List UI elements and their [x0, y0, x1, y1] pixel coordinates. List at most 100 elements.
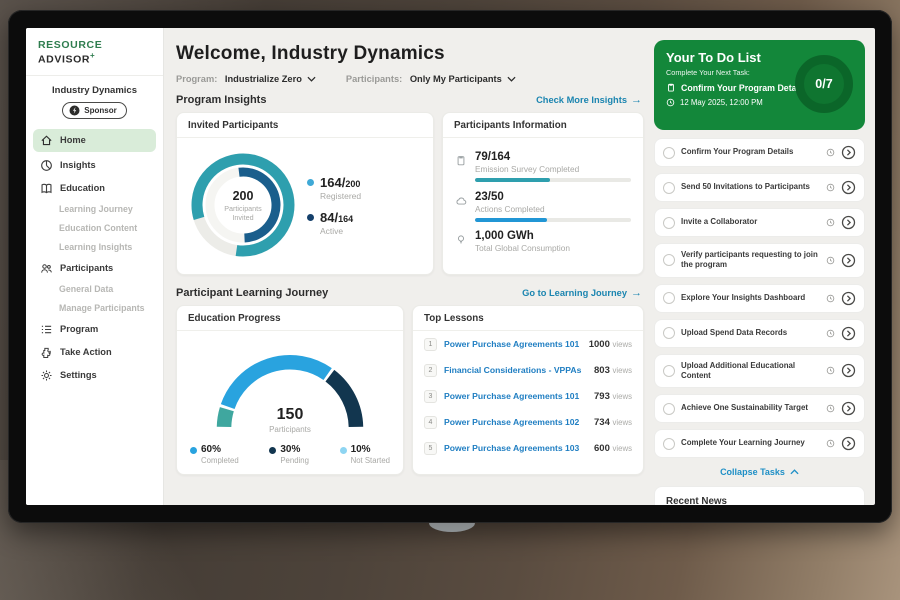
sidebar-item-label: Program — [60, 324, 98, 334]
actions-completed-stat: 23/50 Actions Completed — [455, 191, 631, 222]
lesson-row: 1 Power Purchase Agreements 101 1000 vie… — [413, 331, 643, 357]
legend-pending: 30% Pending — [269, 444, 309, 465]
lesson-link[interactable]: Power Purchase Agreements 101 — [444, 339, 582, 349]
task-chevron-button[interactable] — [841, 363, 856, 378]
task-item[interactable]: Send 50 Invitations to Participants — [654, 173, 865, 202]
task-item[interactable]: Confirm Your Program Details — [654, 138, 865, 167]
task-clock-icon — [826, 256, 835, 265]
emission-survey-stat: 79/164 Emission Survey Completed — [455, 151, 631, 182]
survey-clipboard-icon — [455, 154, 467, 182]
recent-news-card: Recent News — [654, 486, 865, 505]
task-checkbox[interactable] — [663, 182, 675, 194]
task-item[interactable]: Achieve One Sustainability Target — [654, 394, 865, 423]
task-checkbox[interactable] — [663, 217, 675, 229]
legend-completed: 60% Completed — [190, 444, 239, 465]
sidebar-item-take-action[interactable]: Take Action — [26, 341, 163, 364]
sidebar-item-manage-participants[interactable]: Manage Participants — [26, 299, 163, 318]
sidebar-item-education[interactable]: Education — [26, 177, 163, 200]
collapse-tasks-link[interactable]: Collapse Tasks — [654, 467, 865, 477]
task-chevron-button[interactable] — [841, 326, 856, 341]
sponsor-badge[interactable]: Sponsor — [62, 102, 126, 119]
task-item[interactable]: Explore Your Insights Dashboard — [654, 284, 865, 313]
legend-not-started: 10% Not Started — [340, 444, 390, 465]
active-dot — [307, 214, 314, 221]
consumption-bulb-icon — [455, 233, 467, 257]
sidebar-item-home[interactable]: Home — [33, 129, 156, 152]
participants-filter-value: Only My Participants — [410, 74, 502, 84]
task-item[interactable]: Complete Your Learning Journey — [654, 429, 865, 458]
lesson-row: 2 Financial Considerations - VPPAs 803 v… — [413, 357, 643, 383]
task-checkbox[interactable] — [663, 438, 675, 450]
sidebar-item-learning-insights[interactable]: Learning Insights — [26, 238, 163, 257]
legend-registered: 164/200 Registered — [307, 175, 361, 201]
participants-filter[interactable]: Participants: Only My Participants — [346, 74, 516, 84]
invited-card-title: Invited Participants — [177, 113, 433, 138]
gear-icon — [40, 369, 53, 382]
task-clock-icon — [826, 294, 835, 303]
todo-summary-card: Your To Do List Complete Your Next Task:… — [654, 40, 865, 130]
todo-due-date: 12 May 2025, 12:00 PM — [680, 98, 763, 107]
home-icon — [40, 134, 53, 147]
task-clock-icon — [826, 183, 835, 192]
actions-progress-bar — [475, 218, 631, 222]
logo-plus: + — [90, 51, 95, 60]
sidebar-item-general-data[interactable]: General Data — [26, 280, 163, 299]
sidebar-item-participants[interactable]: Participants — [26, 257, 163, 280]
task-clock-icon — [826, 218, 835, 227]
sidebar-item-label: Settings — [60, 370, 97, 380]
lesson-row: 5 Power Purchase Agreements 103 600 view… — [413, 435, 643, 461]
org-name: Industry Dynamics — [26, 85, 163, 96]
chevron-down-icon — [307, 76, 316, 82]
task-chevron-button[interactable] — [841, 180, 856, 195]
lesson-link[interactable]: Power Purchase Agreements 102 — [444, 417, 587, 427]
task-chevron-button[interactable] — [841, 145, 856, 160]
task-checkbox[interactable] — [663, 292, 675, 304]
go-to-learning-journey-link[interactable]: Go to Learning Journey → — [522, 287, 642, 299]
gauge-center-label: Participants — [200, 425, 380, 434]
task-checkbox[interactable] — [663, 327, 675, 339]
task-chevron-button[interactable] — [841, 253, 856, 268]
logo-text-secondary: ADVISOR — [38, 54, 90, 66]
task-chevron-button[interactable] — [841, 436, 856, 451]
task-checkbox[interactable] — [663, 365, 675, 377]
task-chevron-button[interactable] — [841, 215, 856, 230]
check-more-insights-link[interactable]: Check More Insights → — [536, 94, 642, 106]
sidebar-item-insights[interactable]: Insights — [26, 154, 163, 177]
consumption-stat: 1,000 GWh Total Global Consumption — [455, 230, 631, 257]
content-area: Welcome, Industry Dynamics Program: Indu… — [164, 28, 875, 505]
task-item[interactable]: Upload Additional Educational Content — [654, 354, 865, 389]
participants-information-card: Participants Information 79/164 Emission… — [442, 112, 644, 275]
sidebar: RESOURCE ADVISOR+ Industry Dynamics Spon… — [26, 28, 164, 505]
lesson-link[interactable]: Power Purchase Agreements 101 — [444, 391, 587, 401]
task-chevron-button[interactable] — [841, 401, 856, 416]
gauge-center-value: 150 — [200, 406, 380, 424]
todo-next-task: Confirm Your Program Details — [681, 83, 806, 93]
sidebar-item-settings[interactable]: Settings — [26, 364, 163, 387]
sidebar-item-program[interactable]: Program — [26, 318, 163, 341]
task-item[interactable]: Verify participants requesting to join t… — [654, 243, 865, 278]
task-item[interactable]: Invite a Collaborator — [654, 208, 865, 237]
sidebar-item-label: Take Action — [60, 347, 112, 357]
task-checkbox[interactable] — [663, 254, 675, 266]
info-card-title: Participants Information — [443, 113, 643, 138]
sidebar-item-label: Participants — [60, 263, 113, 273]
photo-background: RESOURCE ADVISOR+ Industry Dynamics Spon… — [0, 0, 900, 600]
task-checkbox[interactable] — [663, 147, 675, 159]
todo-progress-ring: 0/7 — [795, 55, 853, 113]
sidebar-item-education-content[interactable]: Education Content — [26, 219, 163, 238]
task-checkbox[interactable] — [663, 403, 675, 415]
legend-active: 84/164 Active — [307, 210, 361, 236]
lesson-link[interactable]: Financial Considerations - VPPAs — [444, 365, 587, 375]
task-clock-icon — [826, 439, 835, 448]
task-item[interactable]: Upload Spend Data Records — [654, 319, 865, 348]
learning-journey-title: Participant Learning Journey — [176, 287, 328, 299]
dashboard-screen: RESOURCE ADVISOR+ Industry Dynamics Spon… — [26, 28, 875, 505]
app-logo: RESOURCE ADVISOR+ — [26, 28, 163, 76]
chevron-up-icon — [790, 469, 799, 475]
lesson-link[interactable]: Power Purchase Agreements 103 — [444, 443, 587, 453]
program-filter[interactable]: Program: Industrialize Zero — [176, 74, 316, 84]
sidebar-item-learning-journey[interactable]: Learning Journey — [26, 200, 163, 219]
education-progress-card: Education Progress 150 Participants — [176, 305, 404, 475]
program-insights-title: Program Insights — [176, 94, 266, 106]
task-chevron-button[interactable] — [841, 291, 856, 306]
